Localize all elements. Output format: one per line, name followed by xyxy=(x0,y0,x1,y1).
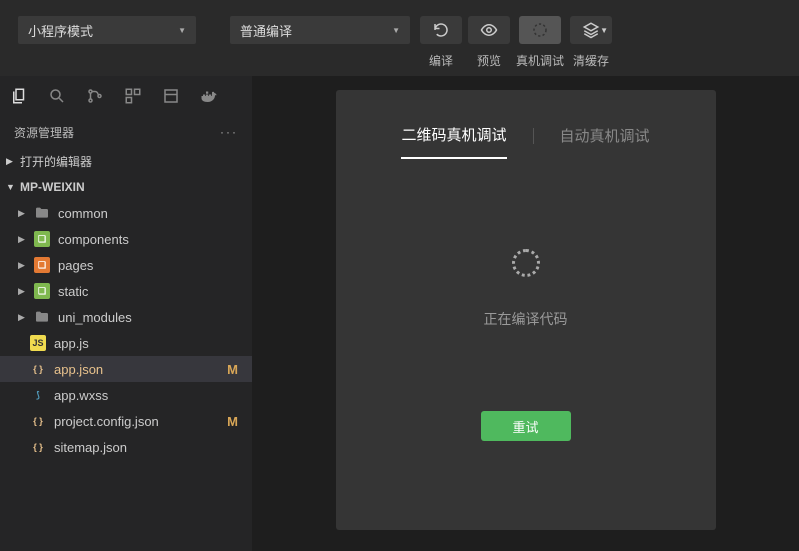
scm-icon[interactable] xyxy=(84,85,106,107)
toolbar-actions: 编译 预览 真机调试 ▼ 清缓存 xyxy=(420,16,612,69)
file-tree: ▶common▶❑components▶❑pages▶❑static▶uni_m… xyxy=(0,200,252,551)
debug-tabs: 二维码真机调试 自动真机调试 xyxy=(401,124,649,159)
file-item[interactable]: ⟆app.wxss xyxy=(0,382,252,408)
explorer-title: 资源管理器 xyxy=(14,124,74,141)
clear-cache-button[interactable]: ▼ xyxy=(570,16,612,44)
item-name: static xyxy=(54,284,252,299)
explorer-header: 资源管理器 ··· xyxy=(0,116,252,148)
explorer-icon[interactable] xyxy=(8,85,30,107)
item-name: pages xyxy=(54,258,252,273)
item-name: uni_modules xyxy=(54,310,252,325)
docker-icon[interactable] xyxy=(198,85,220,107)
folder-item[interactable]: ▶ uni_modules xyxy=(0,304,252,330)
chevron-right-icon: ▶ xyxy=(18,286,30,297)
chevron-down-icon: ▼ xyxy=(6,182,16,192)
outline-icon[interactable] xyxy=(160,85,182,107)
chevron-right-icon: ▶ xyxy=(18,260,30,271)
open-editors-label: 打开的编辑器 xyxy=(20,153,92,170)
layers-icon xyxy=(582,21,600,39)
compile-status: 正在编译代码 xyxy=(484,309,568,329)
tab-divider xyxy=(533,128,534,144)
folder-item[interactable]: ▶❑pages xyxy=(0,252,252,278)
item-name: common xyxy=(54,206,252,221)
mode-dropdown-label: 小程序模式 xyxy=(28,21,93,40)
debug-panel: 二维码真机调试 自动真机调试 正在编译代码 重试 xyxy=(336,90,716,530)
tab-auto-debug[interactable]: 自动真机调试 xyxy=(560,125,650,158)
compile-dropdown[interactable]: 普通编译 ▼ xyxy=(230,16,410,44)
refresh-icon xyxy=(432,21,450,39)
item-name: project.config.json xyxy=(50,414,252,429)
chevron-right-icon: ▶ xyxy=(18,312,30,323)
modified-badge: M xyxy=(227,414,238,429)
compile-dropdown-label: 普通编译 xyxy=(240,21,292,40)
chevron-down-icon: ▼ xyxy=(600,26,608,35)
project-section[interactable]: ▼ MP-WEIXIN xyxy=(0,174,252,200)
spinner-icon xyxy=(531,21,549,39)
preview-button[interactable] xyxy=(468,16,510,44)
file-item[interactable]: JSapp.js xyxy=(0,330,252,356)
project-name: MP-WEIXIN xyxy=(20,180,85,194)
folder-item[interactable]: ▶❑components xyxy=(0,226,252,252)
modified-badge: M xyxy=(227,362,238,377)
mode-dropdown[interactable]: 小程序模式 ▼ xyxy=(18,16,196,44)
file-item[interactable]: { }sitemap.json xyxy=(0,434,252,460)
chevron-down-icon: ▼ xyxy=(178,26,186,35)
open-editors-section[interactable]: ▶ 打开的编辑器 xyxy=(0,148,252,174)
item-name: app.wxss xyxy=(50,388,252,403)
item-name: sitemap.json xyxy=(50,440,252,455)
item-name: components xyxy=(54,232,252,247)
chevron-down-icon: ▼ xyxy=(392,26,400,35)
loading-spinner-icon xyxy=(512,249,540,277)
tab-qr-debug[interactable]: 二维码真机调试 xyxy=(401,124,506,159)
clear-label: 清缓存 xyxy=(573,52,609,69)
device-debug-button[interactable] xyxy=(519,16,561,44)
extensions-icon[interactable] xyxy=(122,85,144,107)
chevron-right-icon: ▶ xyxy=(18,208,30,219)
folder-item[interactable]: ▶❑static xyxy=(0,278,252,304)
content-area: 二维码真机调试 自动真机调试 正在编译代码 重试 xyxy=(252,76,799,551)
top-toolbar: 小程序模式 ▼ 普通编译 ▼ 编译 预览 真机调试 ▼ xyxy=(0,0,799,76)
compile-label: 编译 xyxy=(429,52,453,69)
sidebar: 资源管理器 ··· ▶ 打开的编辑器 ▼ MP-WEIXIN ▶ common ▶❑… xyxy=(0,76,252,551)
activity-bar xyxy=(0,76,252,116)
item-name: app.json xyxy=(50,362,252,377)
eye-icon xyxy=(480,21,498,39)
main-area: 资源管理器 ··· ▶ 打开的编辑器 ▼ MP-WEIXIN ▶ common ▶❑… xyxy=(0,76,799,551)
debug-label: 真机调试 xyxy=(516,52,564,69)
retry-button[interactable]: 重试 xyxy=(481,411,571,441)
compile-button[interactable] xyxy=(420,16,462,44)
search-icon[interactable] xyxy=(46,85,68,107)
file-item[interactable]: { }project.config.jsonM xyxy=(0,408,252,434)
item-name: app.js xyxy=(50,336,252,351)
chevron-right-icon: ▶ xyxy=(6,156,16,167)
file-item[interactable]: { }app.jsonM xyxy=(0,356,252,382)
more-icon[interactable]: ··· xyxy=(220,125,238,139)
chevron-right-icon: ▶ xyxy=(18,234,30,245)
folder-item[interactable]: ▶ common xyxy=(0,200,252,226)
preview-label: 预览 xyxy=(477,52,501,69)
